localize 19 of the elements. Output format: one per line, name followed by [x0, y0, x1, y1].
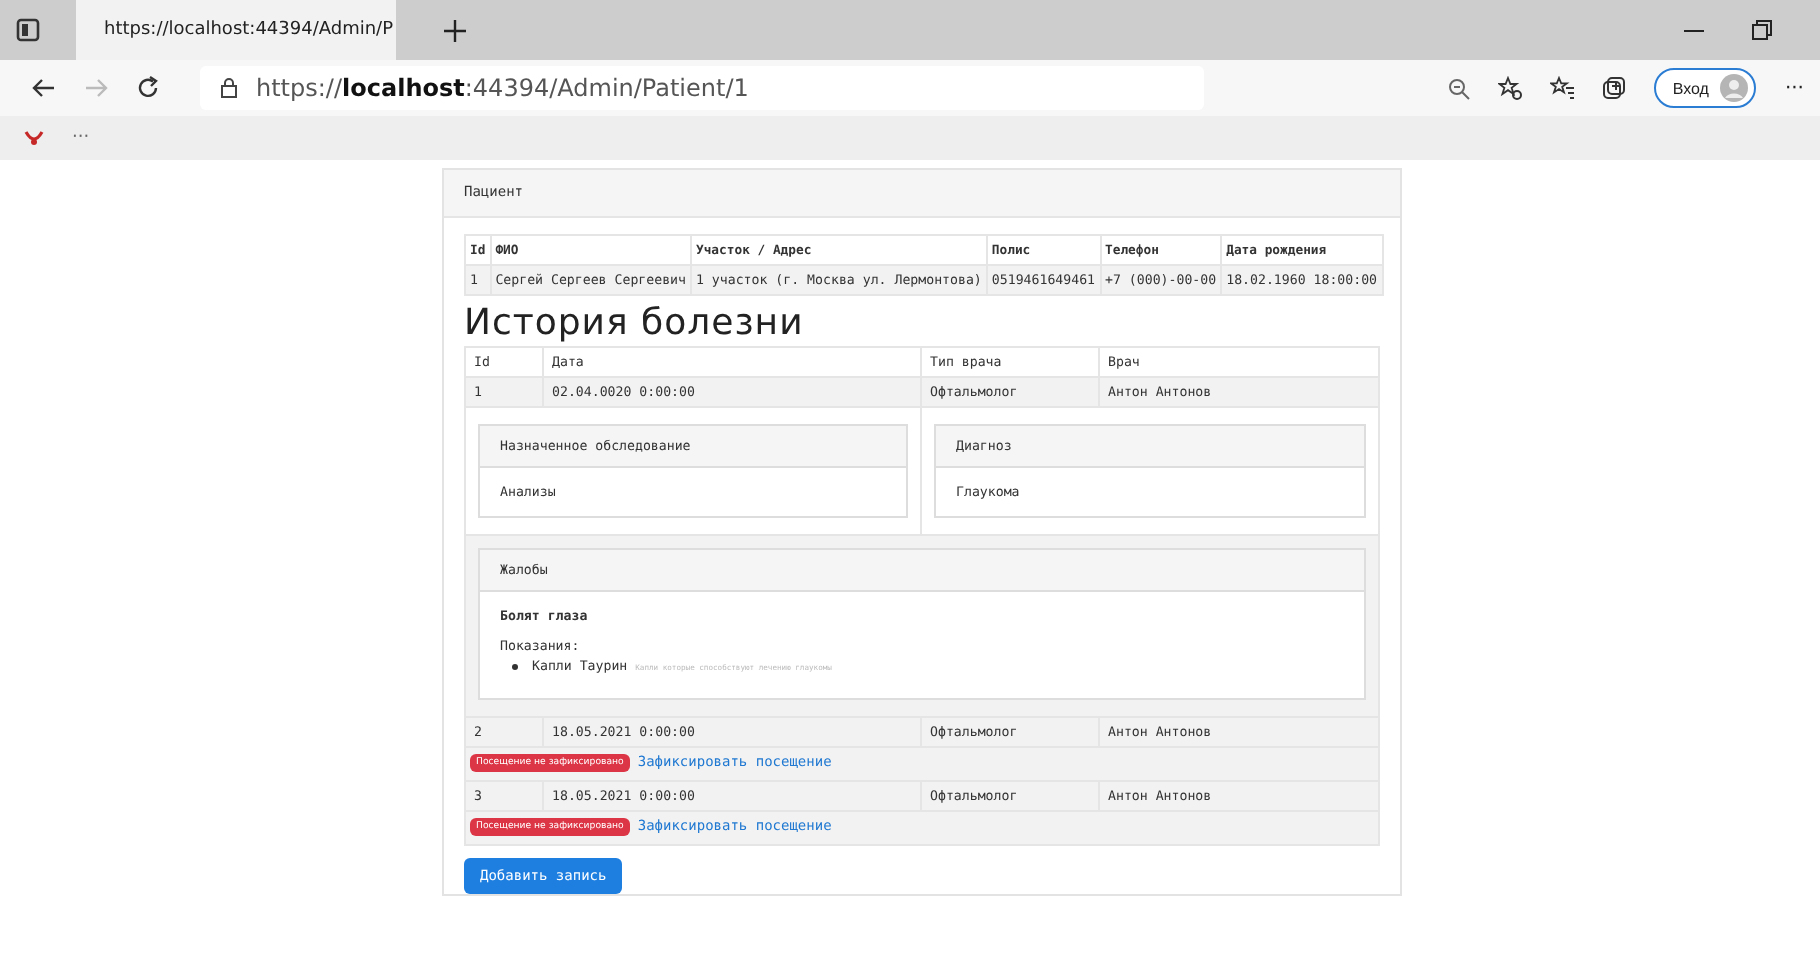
bookmarks-more[interactable]: ···	[72, 128, 90, 148]
favorites-icon[interactable]	[1550, 76, 1575, 100]
back-icon[interactable]	[32, 76, 56, 100]
star-icon[interactable]	[1498, 76, 1523, 100]
sign-in-button[interactable]: Вход	[1654, 68, 1757, 108]
address-field[interactable]: https://localhost:44394/Admin/Patient/1	[200, 66, 1205, 110]
browser-tab[interactable]: https://localhost:44394/Admin/P	[76, 0, 396, 60]
tab-actions-icon[interactable]	[16, 18, 40, 42]
restore-icon[interactable]	[1752, 20, 1772, 40]
section-heading: История болезни	[464, 302, 806, 344]
collections-icon[interactable]	[1602, 76, 1627, 100]
reload-icon[interactable]	[136, 76, 160, 100]
lock-icon[interactable]	[220, 78, 238, 98]
more-menu[interactable]: ···	[1784, 77, 1804, 99]
tab-title: https://localhost:44394/Admin/P	[104, 20, 393, 40]
stethoscope-icon[interactable]	[24, 130, 44, 146]
bullet-icon	[512, 663, 518, 669]
new-tab-icon[interactable]	[444, 19, 466, 41]
zoom-out-icon[interactable]	[1448, 77, 1471, 99]
